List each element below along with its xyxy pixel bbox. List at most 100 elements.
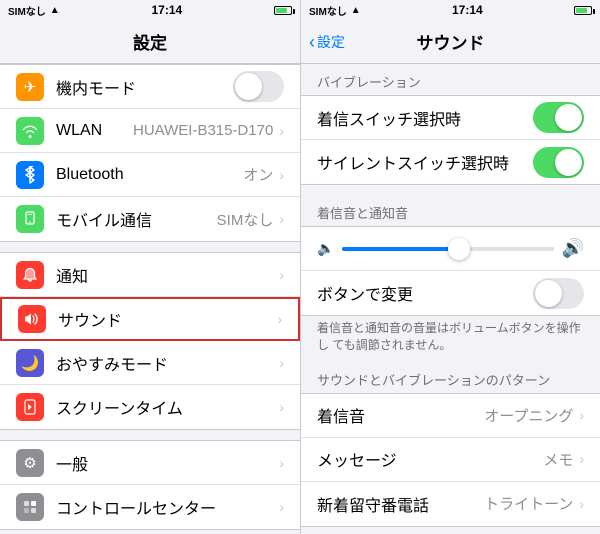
row-general[interactable]: ⚙ 一般 › [0,441,300,485]
row-wlan[interactable]: WLAN HUAWEI-B315-D170 › [0,109,300,153]
right-settings-list: バイブレーション 着信スイッチ選択時 サイレントスイッチ選択時 着信音と通知音 … [301,64,600,534]
bluetooth-chevron: › [279,167,284,183]
ring-vibrate-label: 着信スイッチ選択時 [317,106,533,130]
volume-slider-row[interactable]: 🔈 🔊 [301,227,600,271]
change-with-button-label: ボタンで変更 [317,281,533,305]
row-ring-vibrate[interactable]: 着信スイッチ選択時 [301,96,600,140]
ringtone-chevron: › [579,407,584,423]
row-silent-vibrate[interactable]: サイレントスイッチ選択時 [301,140,600,184]
right-battery-icon [574,6,592,15]
general-label: 一般 [56,451,279,475]
right-panel: SIMなし ▲ 17:14 ‹ 設定 サウンド バイブレーション 着信スイッチ選… [300,0,600,534]
pattern-section: 着信音 オープニング › メッセージ メモ › 新着留守番電話 トライトーン › [301,393,600,527]
wlan-label: WLAN [56,122,133,140]
row-controlcenter[interactable]: コントロールセンター › [0,485,300,529]
wlan-icon [16,117,44,145]
row-screentime[interactable]: スクリーンタイム › [0,385,300,429]
donotdisturb-chevron: › [279,355,284,371]
mobile-value: SIMなし [217,209,274,230]
left-nav-bar: 設定 [0,20,300,64]
section-notifications: 通知 › サウンド › 🌙 おやすみモード › [0,252,300,430]
right-status-right [574,6,592,15]
time-label: 17:14 [151,3,182,17]
ringtone-section: 🔈 🔊 ボタンで変更 [301,226,600,316]
row-donotdisturb[interactable]: 🌙 おやすみモード › [0,341,300,385]
carrier-label: SIMなし [8,3,46,18]
volume-slider-track[interactable] [342,247,553,251]
section-general: ⚙ 一般 › コントロールセンター › [0,440,300,530]
row-mobile[interactable]: モバイル通信 SIMなし › [0,197,300,241]
wlan-chevron: › [279,123,284,139]
right-time-label: 17:14 [452,3,483,17]
wifi-icon: ▲ [50,5,60,16]
bluetooth-label: Bluetooth [56,166,243,184]
volume-low-icon: 🔈 [317,240,334,257]
row-notice[interactable]: 通知 › [0,253,300,297]
message-value: メモ [543,449,573,470]
vibration-header: バイブレーション [301,64,600,95]
bluetooth-icon [16,161,44,189]
section-connectivity: ✈ 機内モード WLAN HUAWEI-B315-D170 › [0,64,300,242]
mobile-icon [16,205,44,233]
pattern-header: サウンドとバイブレーションのパターン [301,362,600,393]
silent-vibrate-label: サイレントスイッチ選択時 [317,150,533,174]
screentime-chevron: › [279,399,284,415]
row-airplane[interactable]: ✈ 機内モード [0,65,300,109]
airplane-icon: ✈ [16,73,44,101]
row-bluetooth[interactable]: Bluetooth オン › [0,153,300,197]
donotdisturb-icon: 🌙 [16,349,44,377]
left-panel: SIMなし ▲ 17:14 設定 ✈ 機内モード [0,0,300,534]
change-with-button-toggle[interactable] [533,278,584,309]
notice-chevron: › [279,267,284,283]
right-wifi-icon: ▲ [351,5,361,16]
row-sound[interactable]: サウンド › [0,297,300,341]
ringtone-value: オープニング [484,405,573,426]
sound-icon [18,305,46,333]
status-right [274,6,292,15]
controlcenter-label: コントロールセンター [56,495,279,519]
screentime-label: スクリーンタイム [56,395,279,419]
volume-slider-fill [342,247,458,251]
message-label: メッセージ [317,447,543,471]
left-nav-title: 設定 [133,29,167,54]
row-newvoicemail[interactable]: 新着留守番電話 トライトーン › [301,482,600,526]
silent-vibrate-toggle[interactable] [533,147,584,178]
general-chevron: › [279,455,284,471]
mobile-chevron: › [279,211,284,227]
left-status-bar: SIMなし ▲ 17:14 [0,0,300,20]
sound-chevron: › [277,311,282,327]
controlcenter-icon [16,493,44,521]
general-icon: ⚙ [16,449,44,477]
sound-label: サウンド [58,307,277,331]
controlcenter-chevron: › [279,499,284,515]
donotdisturb-label: おやすみモード [56,351,279,375]
back-chevron-icon: ‹ [309,33,315,51]
message-chevron: › [579,451,584,467]
back-button[interactable]: ‹ 設定 [309,32,345,52]
ringtone-header: 着信音と通知音 [301,195,600,226]
ringtone-label: 着信音 [317,403,484,427]
notice-label: 通知 [56,263,279,287]
right-status-bar: SIMなし ▲ 17:14 [301,0,600,20]
volume-high-icon: 🔊 [562,238,584,259]
newvoicemail-value: トライトーン [484,493,573,514]
wlan-value: HUAWEI-B315-D170 [133,122,273,139]
vibration-section: 着信スイッチ選択時 サイレントスイッチ選択時 [301,95,600,185]
status-left: SIMなし ▲ [8,3,60,18]
screentime-icon [16,393,44,421]
airplane-label: 機内モード [56,75,233,99]
notice-icon [16,261,44,289]
mobile-label: モバイル通信 [56,207,217,231]
right-status-left: SIMなし ▲ [309,3,361,18]
volume-slider-thumb[interactable] [448,238,470,260]
ring-vibrate-toggle[interactable] [533,102,584,133]
ringtone-footer: 着信音と通知音の音量はボリュームボタンを操作し ても調節されません。 [301,316,600,362]
row-ringtone[interactable]: 着信音 オープニング › [301,394,600,438]
airplane-toggle[interactable] [233,71,284,102]
left-settings-list: ✈ 機内モード WLAN HUAWEI-B315-D170 › [0,64,300,534]
battery-icon [274,6,292,15]
back-label: 設定 [317,32,345,52]
row-change-with-button[interactable]: ボタンで変更 [301,271,600,315]
row-message[interactable]: メッセージ メモ › [301,438,600,482]
right-nav-bar: ‹ 設定 サウンド [301,20,600,64]
